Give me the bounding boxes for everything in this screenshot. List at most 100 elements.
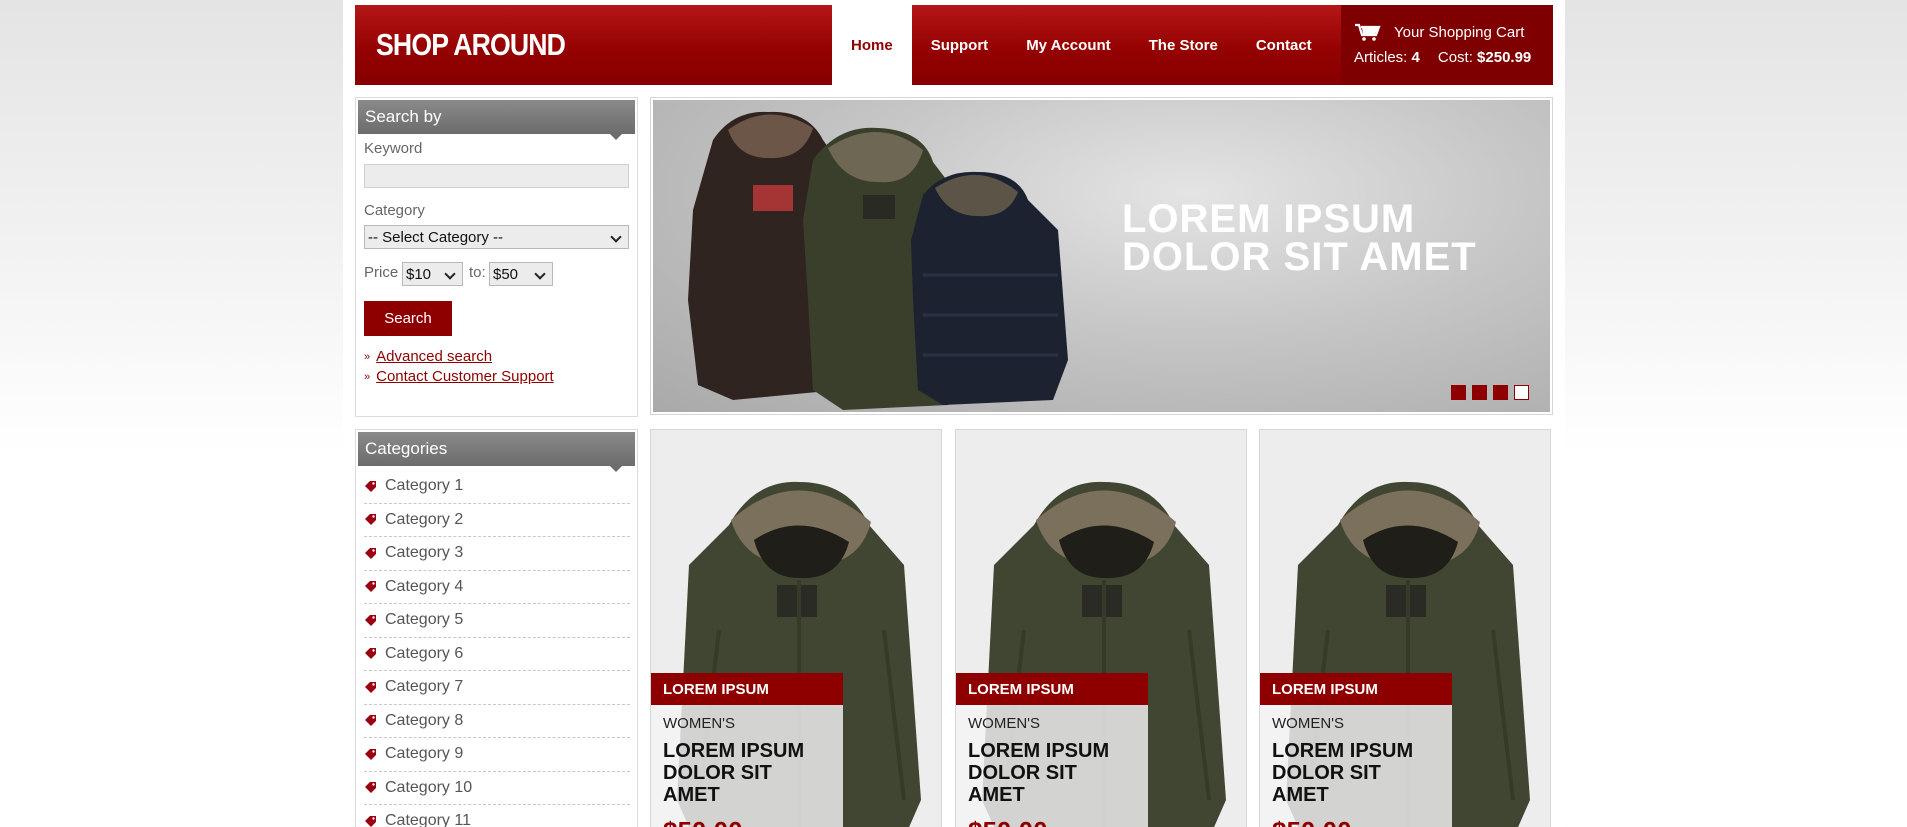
nav-contact[interactable]: Contact <box>1237 5 1331 85</box>
product-price: $50.00 <box>1272 816 1440 827</box>
product-price: $50.00 <box>663 816 831 827</box>
search-panel-title: Search by <box>365 107 442 126</box>
cart-cost-value: $250.99 <box>1477 49 1532 66</box>
price-to-select[interactable]: $50 <box>489 262 553 286</box>
chevron-down-icon <box>610 231 622 243</box>
category-select-value: -- Select Category -- <box>368 228 504 246</box>
main-nav: Home Support My Account The Store Contac… <box>832 5 1331 85</box>
slide-headline: LOREM IPSUM DOLOR SIT AMET <box>1122 197 1477 279</box>
category-item[interactable]: Category 7 <box>364 671 630 705</box>
tag-icon <box>365 648 376 660</box>
product-badge: LOREM IPSUM <box>956 673 1148 705</box>
cart-icon <box>1355 23 1381 41</box>
slider-dot-3[interactable] <box>1493 385 1508 400</box>
double-chevron-right-icon: » <box>364 370 371 383</box>
product-card[interactable]: LOREM IPSUM WOMEN'S LOREM IPSUM DOLOR SIT … <box>1259 429 1551 827</box>
category-select[interactable]: -- Select Category -- <box>364 225 629 249</box>
search-button[interactable]: Search <box>364 301 452 336</box>
category-item[interactable]: Category 4 <box>364 571 630 604</box>
product-info: WOMEN'S LOREM IPSUM DOLOR SIT AMET $50.00 <box>956 705 1148 827</box>
category-item[interactable]: Category 9 <box>364 738 630 772</box>
logo[interactable]: SHOP AROUND <box>355 5 832 85</box>
cart-articles-label: Articles: <box>1354 49 1408 66</box>
price-from-select[interactable]: $10 <box>402 262 463 286</box>
category-item[interactable]: Category 10 <box>364 772 630 805</box>
cart-title[interactable]: Your Shopping Cart <box>1394 24 1524 41</box>
tag-icon <box>365 614 376 626</box>
categories-panel: Categories Category 1 Category 2 Category … <box>355 429 638 827</box>
category-item-label: Category 2 <box>385 510 464 528</box>
tag-icon <box>365 514 376 526</box>
slider-dot-4[interactable] <box>1514 385 1529 400</box>
price-to-label: to: <box>469 264 486 281</box>
category-item[interactable]: Category 5 <box>364 604 630 638</box>
advanced-search-link[interactable]: Advanced search <box>376 348 492 365</box>
categories-panel-heading: Categories <box>358 432 635 472</box>
nav-my-account[interactable]: My Account <box>1007 5 1129 85</box>
jackets-image <box>688 111 1068 410</box>
product-price: $50.00 <box>968 816 1136 827</box>
contact-support-link-row: » Contact Customer Support <box>364 368 554 385</box>
nav-home[interactable]: Home <box>832 5 912 85</box>
product-card[interactable]: LOREM IPSUM WOMEN'S LOREM IPSUM DOLOR SIT … <box>955 429 1247 827</box>
tag-icon <box>365 480 376 492</box>
category-item-label: Category 8 <box>385 711 464 729</box>
category-item[interactable]: Category 1 <box>364 470 630 504</box>
double-chevron-right-icon: » <box>364 350 371 363</box>
category-item[interactable]: Category 3 <box>364 537 630 571</box>
price-to-value: $50 <box>493 265 519 283</box>
product-badge: LOREM IPSUM <box>651 673 843 705</box>
logo-text[interactable]: SHOP AROUND <box>376 27 566 63</box>
category-item[interactable]: Category 6 <box>364 638 630 671</box>
category-item-label: Category 4 <box>385 577 464 595</box>
tag-icon <box>365 815 376 827</box>
nav-the-store[interactable]: The Store <box>1130 5 1237 85</box>
hero-slider: LOREM IPSUM DOLOR SIT AMET <box>650 97 1553 415</box>
chevron-down-icon <box>534 268 546 280</box>
slider-dot-1[interactable] <box>1451 385 1466 400</box>
categories-panel-title: Categories <box>365 439 448 458</box>
tag-icon <box>365 681 376 693</box>
cart-articles-count: 4 <box>1411 49 1420 66</box>
page-container: SHOP AROUND Home Support My Account The … <box>343 0 1565 827</box>
tag-icon <box>365 547 376 559</box>
price-label: Price <box>364 264 399 281</box>
notch-decoration <box>609 133 623 140</box>
tag-icon <box>365 748 376 760</box>
product-title[interactable]: LOREM IPSUM DOLOR SIT AMET <box>968 740 1136 806</box>
chevron-down-icon <box>444 268 456 280</box>
keyword-input[interactable] <box>364 164 629 188</box>
product-title[interactable]: LOREM IPSUM DOLOR SIT AMET <box>1272 740 1440 806</box>
tag-icon <box>365 715 376 727</box>
cart-cost-label: Cost: <box>1437 49 1473 66</box>
product-category: WOMEN'S <box>1272 715 1345 732</box>
search-panel: Search by Keyword Category -- Select Cat… <box>355 97 638 417</box>
category-item-label: Category 9 <box>385 745 464 763</box>
product-info: WOMEN'S LOREM IPSUM DOLOR SIT AMET $50.00 <box>651 705 843 827</box>
slider-dot-2[interactable] <box>1472 385 1487 400</box>
product-category: WOMEN'S <box>663 715 736 732</box>
category-item-label: Category 7 <box>385 678 464 696</box>
price-from-value: $10 <box>406 265 432 283</box>
product-card[interactable]: LOREM IPSUM WOMEN'S LOREM IPSUM DOLOR SIT … <box>650 429 942 827</box>
category-item[interactable]: Category 11 <box>364 805 630 827</box>
category-item-label: Category 1 <box>385 477 464 495</box>
category-item[interactable]: Category 2 <box>364 504 630 537</box>
category-item[interactable]: Category 8 <box>364 705 630 738</box>
advanced-search-link-row: » Advanced search <box>364 348 492 365</box>
price-row: Price <box>364 264 398 281</box>
category-item-label: Category 11 <box>385 812 471 827</box>
category-item-label: Category 6 <box>385 644 464 662</box>
product-title[interactable]: LOREM IPSUM DOLOR SIT AMET <box>663 740 831 806</box>
category-item-label: Category 10 <box>385 778 473 796</box>
shopping-cart[interactable]: Your Shopping Cart Articles: 4 Cost: $25… <box>1341 5 1553 85</box>
tag-icon <box>365 782 376 794</box>
hero-slide[interactable]: LOREM IPSUM DOLOR SIT AMET <box>653 100 1550 412</box>
contact-support-link[interactable]: Contact Customer Support <box>376 368 554 385</box>
nav-support[interactable]: Support <box>912 5 1008 85</box>
product-info: WOMEN'S LOREM IPSUM DOLOR SIT AMET $50.00 <box>1260 705 1452 827</box>
keyword-label: Keyword <box>364 140 423 157</box>
product-category: WOMEN'S <box>968 715 1041 732</box>
category-item-label: Category 3 <box>385 544 464 562</box>
header: SHOP AROUND Home Support My Account The … <box>355 5 1553 85</box>
